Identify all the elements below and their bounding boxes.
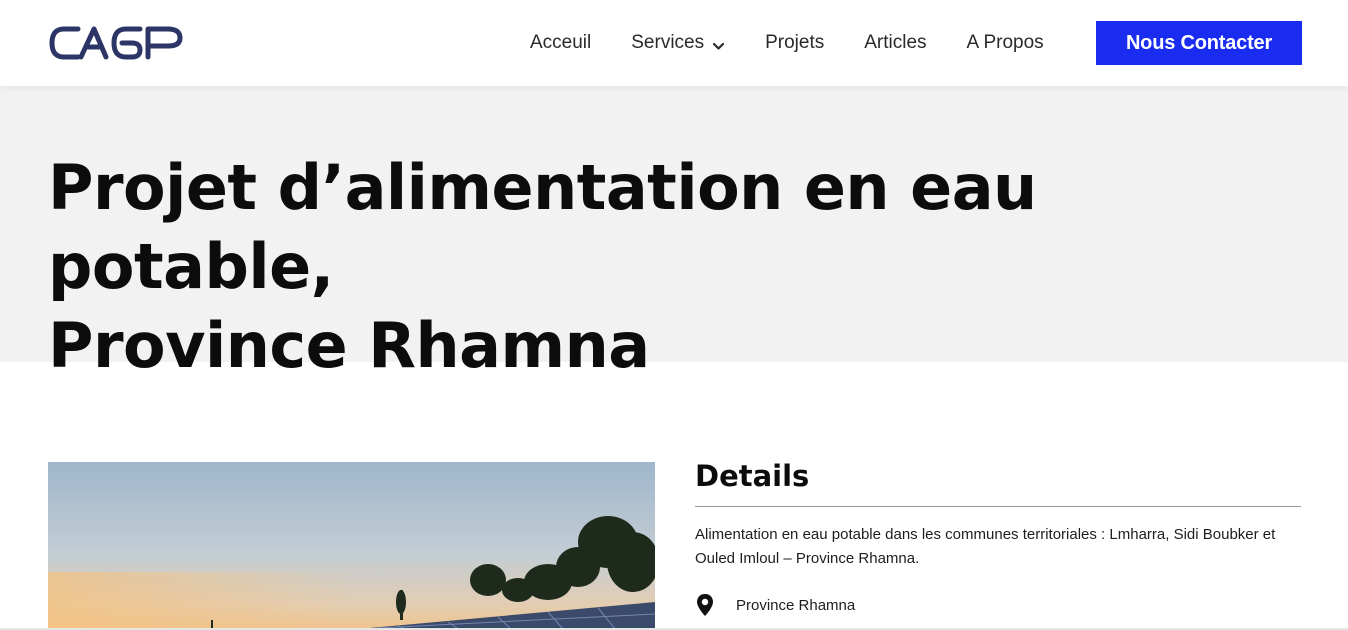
project-details: Details Alimentation en eau potable dans… [695, 455, 1301, 617]
details-heading: Details [695, 455, 1301, 507]
page-title: Projet d’alimentation en eau potable, Pr… [48, 148, 1308, 385]
contact-button[interactable]: Nous Contacter [1096, 21, 1302, 65]
logo[interactable] [48, 24, 184, 62]
nav-label: Services [631, 32, 705, 53]
location-row: Province Rhamna [695, 593, 1301, 617]
nav-item-acceuil[interactable]: Acceuil [530, 32, 591, 54]
main-nav: Acceuil Services Projets Articles A Prop… [530, 0, 1084, 86]
nav-item-a-propos[interactable]: A Propos [967, 32, 1044, 54]
map-pin-icon [695, 593, 715, 617]
nav-label: Acceuil [530, 32, 592, 53]
cagp-logo-icon [49, 26, 183, 60]
page-title-line-1: Projet d’alimentation en eau potable, [48, 151, 1037, 303]
location-text: Province Rhamna [736, 596, 856, 614]
nav-item-projets[interactable]: Projets [765, 32, 824, 54]
nav-item-articles[interactable]: Articles [864, 32, 926, 54]
nav-item-services[interactable]: Services [631, 32, 725, 54]
page-title-line-2: Province Rhamna [48, 309, 650, 382]
details-description: Alimentation en eau potable dans les com… [695, 526, 1276, 567]
nav-label: A Propos [966, 32, 1044, 53]
chevron-down-icon [712, 37, 725, 50]
nav-label: Projets [765, 32, 825, 53]
page-hero: Projet d’alimentation en eau potable, Pr… [0, 86, 1348, 382]
nav-label: Articles [864, 32, 927, 53]
project-photo [48, 462, 655, 630]
site-header: Acceuil Services Projets Articles A Prop… [0, 0, 1348, 86]
